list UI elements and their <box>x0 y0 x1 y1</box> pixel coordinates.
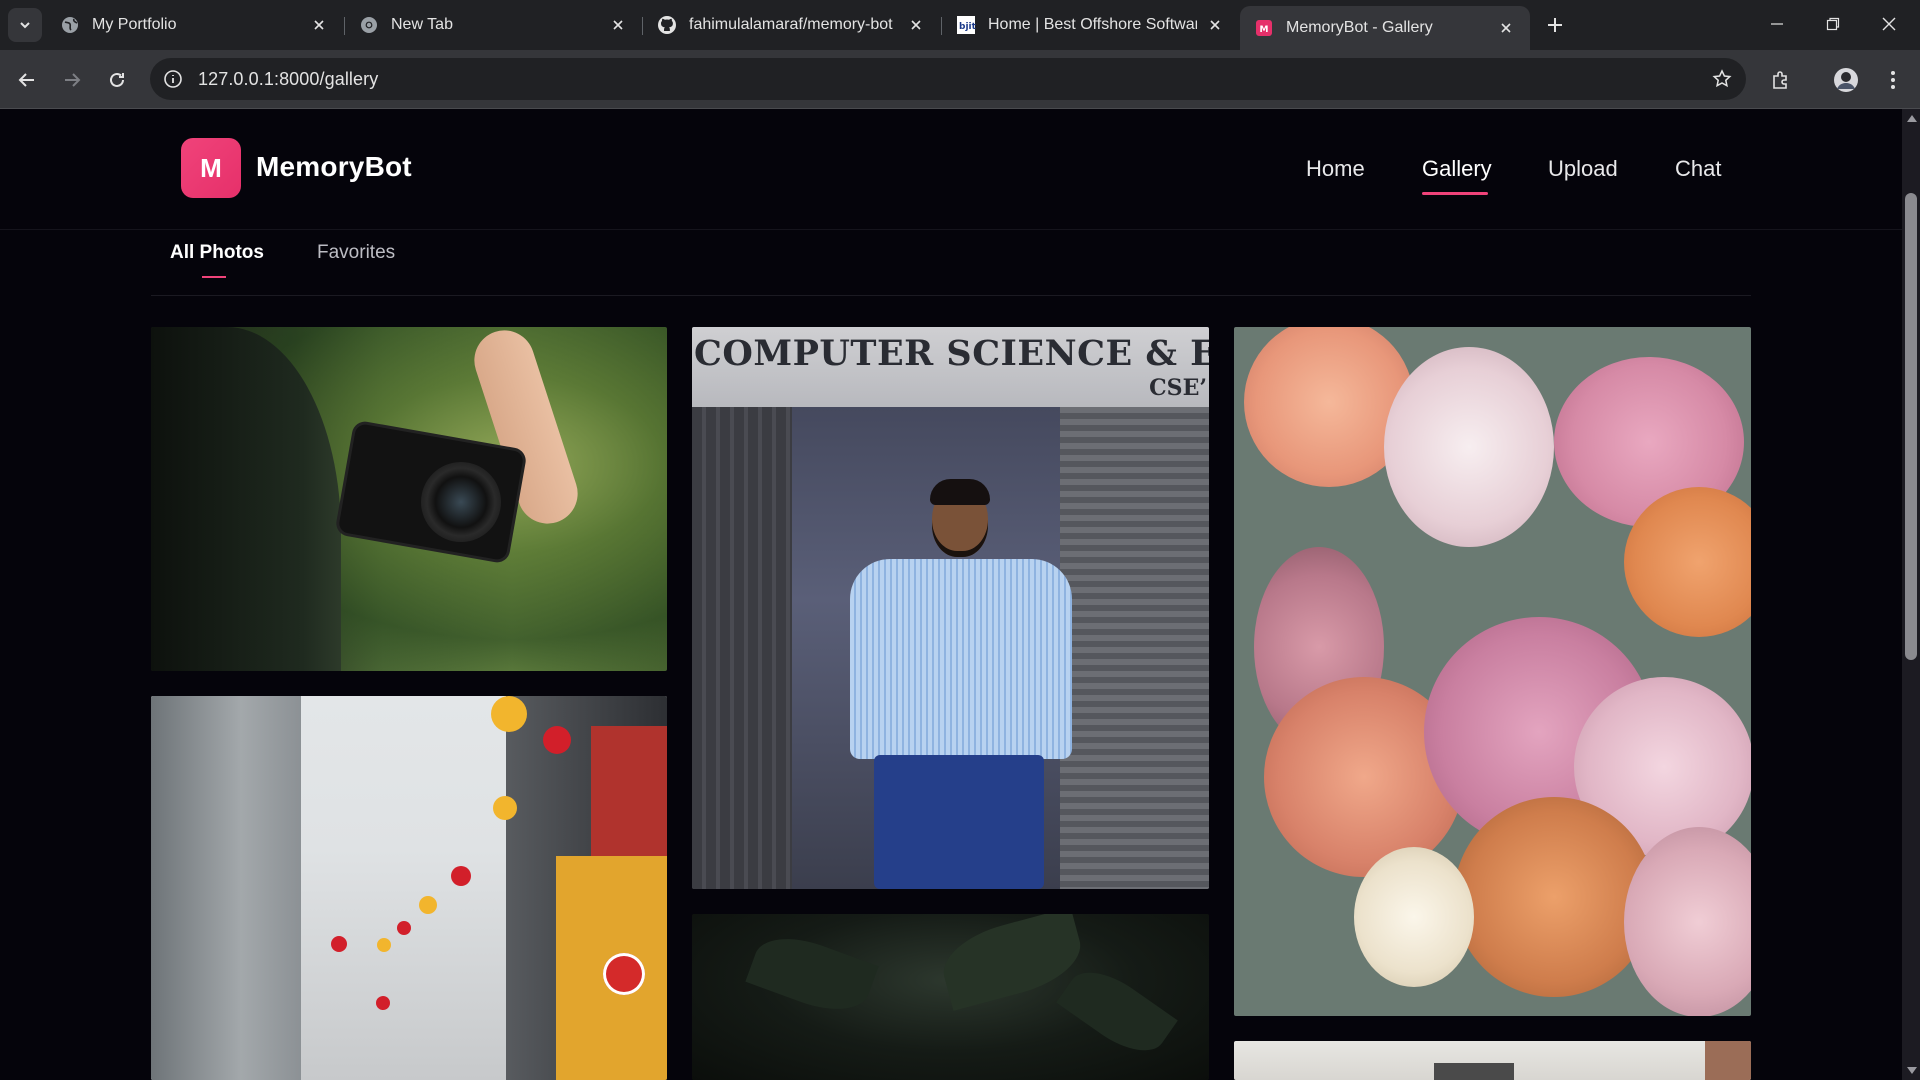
minimize-button[interactable] <box>1749 0 1805 48</box>
browser-tab[interactable]: My Portfolio <box>46 6 343 44</box>
tab-title: MemoryBot - Gallery <box>1286 19 1433 36</box>
site-header: M MemoryBot Home Gallery Upload Chat <box>0 109 1902 230</box>
tab-title: Home | Best Offshore Software <box>988 16 1197 33</box>
globe-icon <box>60 15 80 35</box>
tab-title: fahimulalamaraf/memory-bot <box>689 16 893 33</box>
reload-icon <box>110 72 124 87</box>
gallery-photo[interactable] <box>1234 1041 1751 1080</box>
gallery-tabs: All Photos Favorites <box>151 230 1751 296</box>
svg-text:bjit: bjit <box>959 22 976 32</box>
forward-button[interactable] <box>55 63 89 97</box>
browser-tab-active[interactable]: M MemoryBot - Gallery <box>1240 6 1530 50</box>
plus-icon <box>1548 18 1562 32</box>
more-vertical-icon <box>1891 71 1895 89</box>
site-info-icon[interactable] <box>152 58 194 100</box>
avatar-icon <box>1834 68 1858 92</box>
page-scrollbar[interactable] <box>1902 109 1920 1080</box>
logo[interactable]: M <box>181 138 241 198</box>
reload-button[interactable] <box>100 63 134 97</box>
restore-icon <box>1826 17 1840 31</box>
bjit-icon: bjit <box>956 15 976 35</box>
bookmark-star-icon[interactable] <box>1710 67 1734 91</box>
browser-tab[interactable]: New Tab <box>345 6 642 44</box>
gallery-photo[interactable] <box>692 914 1209 1080</box>
tab-title: My Portfolio <box>92 16 177 33</box>
extensions-button[interactable] <box>1764 63 1798 97</box>
restore-button[interactable] <box>1805 0 1861 48</box>
tab-search-button[interactable] <box>8 8 42 42</box>
nav-upload[interactable]: Upload <box>1548 156 1618 182</box>
gallery-photo[interactable] <box>1234 327 1751 1016</box>
browser-tab-strip: My Portfolio New Tab fahimulalamaraf/mem… <box>0 0 1920 50</box>
nav-active-indicator <box>1422 192 1488 195</box>
memorybot-icon: M <box>1254 18 1274 38</box>
new-tab-button[interactable] <box>1538 12 1572 38</box>
scroll-down-arrow-icon[interactable] <box>1907 1067 1917 1074</box>
nav-home[interactable]: Home <box>1306 156 1365 182</box>
svg-text:M: M <box>1260 25 1269 35</box>
tab-title: New Tab <box>391 16 453 33</box>
photo-sign-subtext: CSE’ <box>1149 375 1207 401</box>
close-window-button[interactable] <box>1861 0 1917 48</box>
github-icon <box>657 15 677 35</box>
tab-active-indicator <box>202 276 226 278</box>
arrow-right-icon <box>65 73 81 87</box>
close-tab-icon[interactable] <box>1496 18 1516 38</box>
page: M MemoryBot Home Gallery Upload Chat All… <box>0 109 1902 1080</box>
brand-name[interactable]: MemoryBot <box>256 151 412 183</box>
back-button[interactable] <box>10 63 44 97</box>
scroll-up-arrow-icon[interactable] <box>1907 115 1917 122</box>
gallery-photo[interactable]: COMPUTER SCIENCE & ENGINEERIN CSE’ <box>692 327 1209 889</box>
close-tab-icon[interactable] <box>906 15 926 35</box>
close-tab-icon[interactable] <box>608 15 628 35</box>
chevron-down-icon <box>20 22 30 29</box>
scrollbar-thumb[interactable] <box>1905 193 1917 660</box>
profile-avatar-button[interactable] <box>1829 63 1863 97</box>
arrow-left-icon <box>18 73 34 87</box>
nav-gallery[interactable]: Gallery <box>1422 156 1492 182</box>
close-tab-icon[interactable] <box>1205 15 1225 35</box>
browser-tab[interactable]: fahimulalamaraf/memory-bot <box>643 6 940 44</box>
tab-favorites[interactable]: Favorites <box>317 242 395 264</box>
chrome-icon <box>359 15 379 35</box>
puzzle-icon <box>1773 71 1787 89</box>
address-bar[interactable]: 127.0.0.1:8000/gallery <box>150 58 1746 100</box>
close-tab-icon[interactable] <box>309 15 329 35</box>
photo-sign-text: COMPUTER SCIENCE & ENGINEERIN <box>694 333 1209 374</box>
minimize-icon <box>1771 23 1783 25</box>
nav-chat[interactable]: Chat <box>1675 156 1721 182</box>
browser-tab[interactable]: bjit Home | Best Offshore Software <box>942 6 1239 44</box>
url-text[interactable]: 127.0.0.1:8000/gallery <box>198 69 378 90</box>
gallery-photo[interactable] <box>151 696 667 1080</box>
tab-all-photos[interactable]: All Photos <box>170 242 264 264</box>
browser-menu-button[interactable] <box>1876 63 1910 97</box>
browser-toolbar: 127.0.0.1:8000/gallery <box>0 50 1920 109</box>
gallery-photo[interactable] <box>151 327 667 671</box>
close-icon <box>1882 17 1896 31</box>
